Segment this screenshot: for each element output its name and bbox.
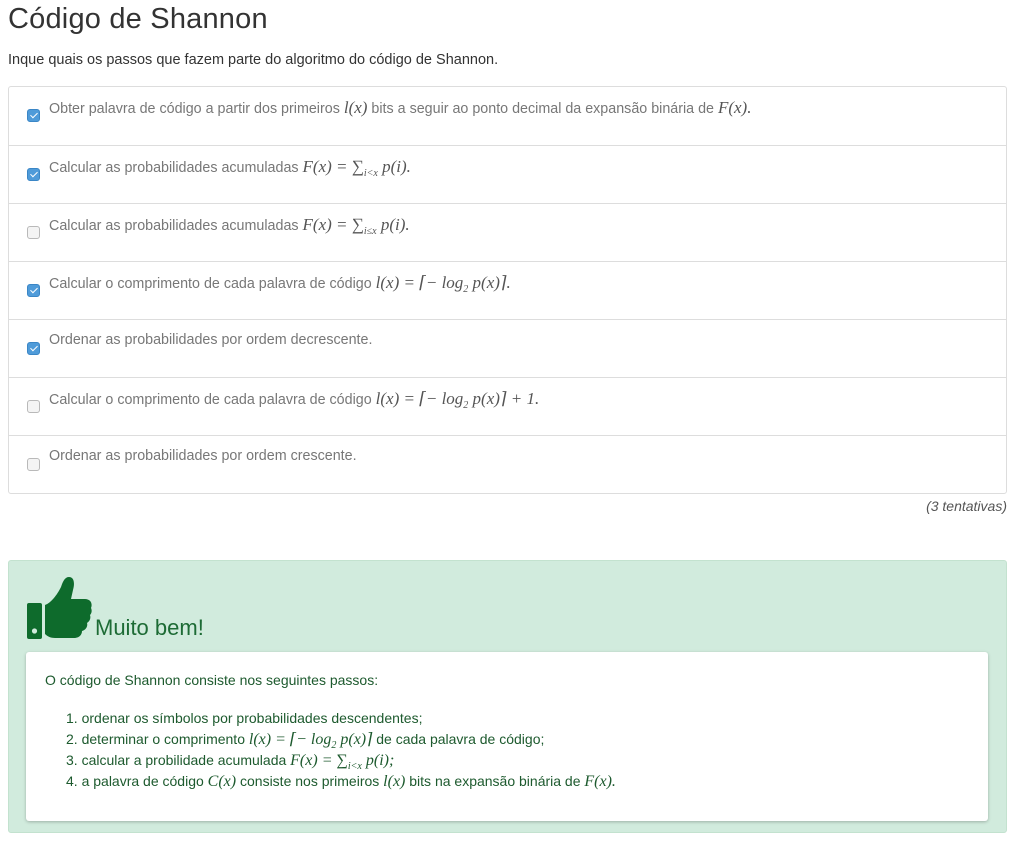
feedback-panel: O código de Shannon consiste nos seguint…	[26, 652, 988, 821]
option-label: Ordenar as probabilidades por ordem cres…	[49, 448, 357, 465]
page-title: Código de Shannon	[8, 3, 268, 35]
option-label: Calcular as probabilidades acumuladas F(…	[49, 214, 410, 237]
checkbox-checked[interactable]	[27, 167, 40, 181]
option-item[interactable]: Ordenar as probabilidades por ordem cres…	[9, 435, 1006, 493]
checkbox-unchecked[interactable]	[27, 225, 40, 239]
feedback-header: Muito bem!	[25, 571, 204, 641]
options-list: Obter palavra de código a partir dos pri…	[8, 86, 1007, 494]
option-label: Calcular as probabilidades acumuladas F(…	[49, 156, 411, 179]
feedback-box: Muito bem! O código de Shannon consiste …	[8, 560, 1007, 833]
checkbox-checked[interactable]	[27, 283, 40, 297]
checkbox-unchecked[interactable]	[27, 457, 40, 471]
option-item[interactable]: Calcular o comprimento de cada palavra d…	[9, 261, 1006, 319]
question-instructions: Inque quais os passos que fazem parte do…	[8, 52, 499, 68]
step-item: 2. determinar o comprimento l(x) = ⌈− lo…	[66, 731, 545, 751]
option-label: Ordenar as probabilidades por ordem decr…	[49, 332, 373, 349]
option-item[interactable]: Obter palavra de código a partir dos pri…	[9, 87, 1006, 145]
thumbs-up-icon	[27, 577, 92, 639]
option-item[interactable]: Calcular o comprimento de cada palavra d…	[9, 377, 1006, 435]
option-item[interactable]: Calcular as probabilidades acumuladas F(…	[9, 203, 1006, 261]
steps-list: 1. ordenar os símbolos por probabilidade…	[66, 708, 616, 792]
option-label: Obter palavra de código a partir dos pri…	[49, 98, 752, 118]
page: Código de Shannon Inque quais os passos …	[0, 0, 1014, 842]
step-item: 3. calcular a probilidade acumulada F(x)…	[66, 752, 395, 772]
step-item: 1. ordenar os símbolos por probabilidade…	[66, 710, 423, 726]
checkbox-unchecked[interactable]	[27, 399, 40, 413]
checkbox-checked[interactable]	[27, 109, 40, 122]
option-item[interactable]: Ordenar as probabilidades por ordem decr…	[9, 319, 1006, 377]
feedback-title: Muito bem!	[95, 615, 204, 640]
feedback-intro: O código de Shannon consiste nos seguint…	[45, 672, 379, 688]
step-item: 4. a palavra de código C(x) consiste nos…	[66, 773, 616, 790]
option-item[interactable]: Calcular as probabilidades acumuladas F(…	[9, 145, 1006, 203]
option-label: Calcular o comprimento de cada palavra d…	[49, 388, 540, 411]
checkbox-checked[interactable]	[27, 341, 40, 355]
option-label: Calcular o comprimento de cada palavra d…	[49, 272, 511, 295]
attempts-count: (3 tentativas)	[926, 498, 1007, 514]
